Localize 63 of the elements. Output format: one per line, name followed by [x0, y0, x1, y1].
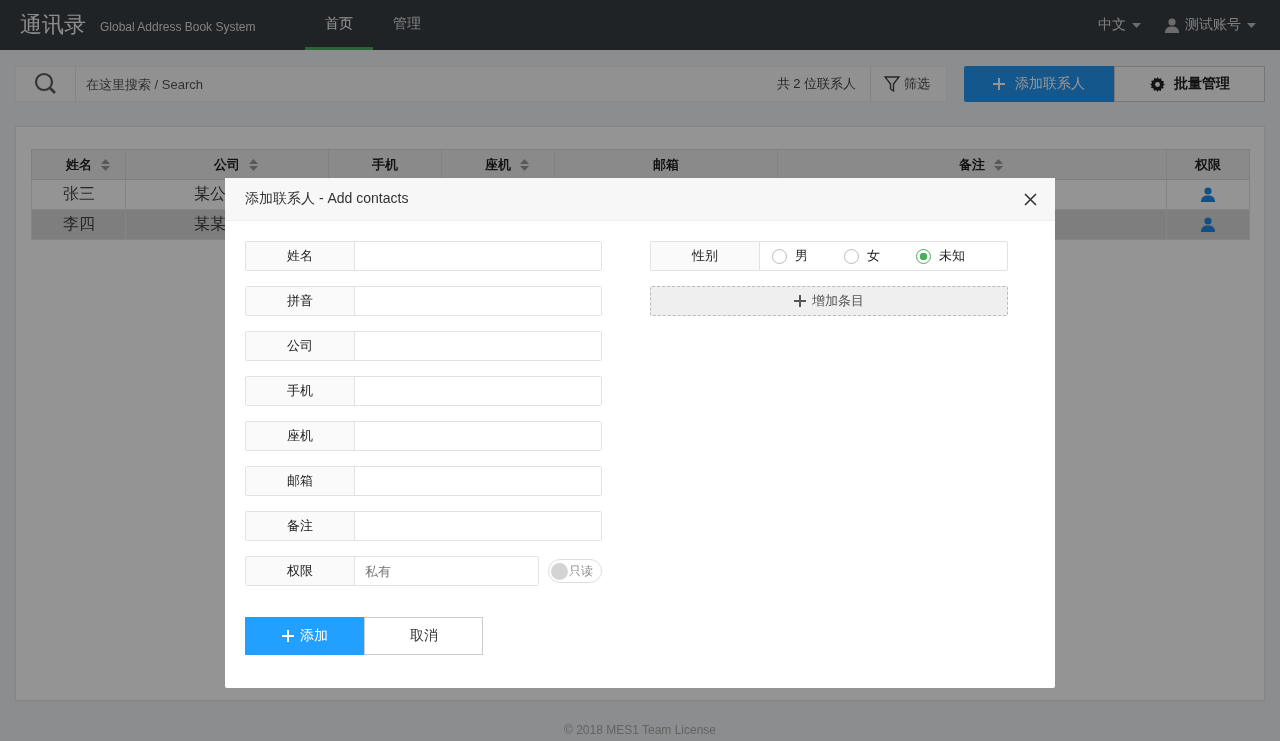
radio-button[interactable]: [916, 248, 931, 264]
sort-icon[interactable]: [520, 159, 529, 172]
sort-icon[interactable]: [100, 159, 110, 172]
user-icon: [1165, 17, 1179, 33]
text-field[interactable]: 备注: [245, 511, 602, 541]
field-label: 性别: [651, 242, 760, 270]
plus-icon: [794, 295, 806, 307]
text-field[interactable]: 邮箱: [245, 466, 602, 496]
cancel-button[interactable]: 取消: [364, 617, 483, 655]
column-header: 备注: [959, 156, 985, 172]
person-icon: [1201, 217, 1215, 232]
table-cell: 张三: [62, 185, 95, 202]
field-label: 备注: [246, 512, 355, 540]
column-header: 姓名: [65, 156, 92, 172]
person-icon: [1201, 187, 1215, 202]
text-field[interactable]: 姓名: [245, 241, 602, 271]
text-field[interactable]: 座机: [245, 421, 602, 451]
table-cell: 李四: [62, 215, 95, 232]
table-cell: 某公: [194, 185, 226, 202]
filter-icon: [884, 76, 900, 92]
column-header: 权限: [1195, 156, 1221, 172]
plus-icon: [281, 630, 294, 642]
radio-option[interactable]: 男: [772, 247, 808, 265]
table-cell: 某某: [194, 215, 226, 232]
sort-icon[interactable]: [249, 159, 258, 172]
field-label: 拼音: [246, 287, 355, 315]
app-logo: 通讯录: [20, 11, 86, 39]
column-header: 邮箱: [653, 156, 679, 172]
field-label: 邮箱: [246, 467, 355, 495]
add-item-button[interactable]: 增加条目: [650, 286, 1008, 316]
text-field[interactable]: 公司: [245, 331, 602, 361]
column-header: 手机: [372, 156, 398, 172]
batch-manage-button[interactable]: 批量管理: [1114, 66, 1265, 102]
text-field[interactable]: 手机: [245, 376, 602, 406]
field-label: 手机: [246, 377, 355, 405]
column-header: 座机: [485, 156, 511, 172]
radio-option[interactable]: 未知: [916, 247, 965, 265]
caret-icon: [1132, 22, 1141, 28]
field-label: 公司: [246, 332, 355, 360]
filter-button[interactable]: 筛选: [870, 67, 946, 101]
language-menu[interactable]: 中文: [1098, 16, 1141, 34]
sort-icon[interactable]: [994, 159, 1003, 172]
nav-tab[interactable]: 首页: [305, 0, 374, 50]
search-field[interactable]: 在这里搜索 / Search 共 2 位联系人 筛选: [15, 66, 947, 102]
search-input[interactable]: 在这里搜索 / Search: [76, 68, 777, 100]
field-label: 姓名: [246, 242, 355, 270]
close-icon: [1024, 192, 1037, 206]
gear-icon: [1149, 76, 1165, 92]
column-header: 公司: [214, 156, 240, 172]
nav-tab[interactable]: 管理: [373, 0, 442, 50]
plus-icon: [993, 78, 1005, 90]
text-field[interactable]: 拼音: [245, 286, 602, 316]
dialog-title: 添加联系人 - Add contacts: [245, 190, 409, 208]
field-label: 权限: [246, 557, 355, 585]
radio-option[interactable]: 女: [844, 247, 880, 265]
contact-count: 共 2 位联系人: [776, 75, 856, 93]
field-label: 座机: [246, 422, 355, 450]
search-icon: [33, 72, 58, 96]
app-subtitle: Global Address Book System: [100, 20, 256, 34]
caret-icon: [1247, 22, 1256, 28]
close-button[interactable]: [1024, 192, 1037, 206]
account-menu[interactable]: 测试账号: [1165, 16, 1256, 34]
permission-field[interactable]: 权限 私有: [245, 556, 539, 586]
